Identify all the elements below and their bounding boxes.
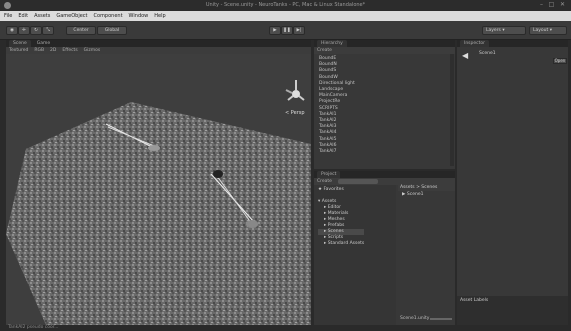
effects-dropdown[interactable]: Effects (62, 47, 77, 54)
scene-tabbar: Scene Game (6, 40, 311, 47)
hierarchy-scrollbar[interactable] (450, 54, 454, 166)
project-search-input[interactable] (337, 179, 378, 184)
tab-inspector[interactable]: Inspector (460, 40, 489, 47)
inspector-object-name: Scene1 (479, 51, 496, 56)
minimize-icon[interactable]: – (537, 1, 546, 9)
inspector-panel: Inspector ◀ Scene1 Open Asset Labels (457, 40, 568, 325)
main-toolbar: ◉ ✛ ↻ ⤡ Center Global ▶ ❚❚ ▶| Layers ▾ L… (0, 21, 571, 40)
layout-dropdown[interactable]: Layout ▾ (529, 26, 567, 35)
space-toggle[interactable]: Global (97, 26, 127, 35)
tab-project[interactable]: Project (317, 171, 341, 178)
pivot-label: Center (73, 28, 89, 33)
hierarchy-toolbar: Create (314, 47, 455, 54)
menu-help[interactable]: Help (154, 13, 165, 19)
hierarchy-list: BoundE BoundN BoundS BoundW Directional … (319, 56, 355, 155)
favorites-label: Favorites (323, 187, 344, 192)
layout-label: Layout (533, 28, 549, 33)
folder-label: Scripts (327, 235, 344, 240)
hierarchy-tabbar: Hierarchy (314, 40, 455, 47)
hierarchy-panel: Hierarchy Create BoundE BoundN BoundS Bo… (314, 40, 455, 169)
menu-component[interactable]: Component (94, 13, 123, 19)
tab-game[interactable]: Game (32, 40, 55, 47)
layers-label: Layers (486, 28, 501, 33)
terrain-landscape[interactable] (6, 102, 311, 325)
persp-label[interactable]: < Persp (285, 110, 305, 116)
shading-dropdown[interactable]: Textured (9, 47, 28, 54)
layers-dropdown[interactable]: Layers ▾ (482, 26, 526, 35)
asset-labels-panel: Asset Labels (457, 296, 568, 325)
folder-label: Prefabs (327, 223, 345, 228)
title-bar: Unity - Scene.unity - NeuroTanks - PC, M… (0, 0, 571, 11)
selected-file-path: Scene1.unity (400, 316, 430, 321)
scene-viewport[interactable]: < Persp (6, 54, 311, 325)
open-button-label: Open (554, 58, 566, 63)
step-button[interactable]: ▶| (293, 26, 305, 35)
menu-assets[interactable]: Assets (34, 13, 50, 19)
folder-item[interactable]: ▸ Standard Assets (318, 241, 364, 247)
close-icon[interactable]: ✕ (558, 1, 567, 9)
inspector-tabbar: Inspector (457, 40, 568, 47)
assets-root-label: Assets (321, 199, 337, 204)
file-label: Scene1 (406, 192, 424, 197)
2d-toggle[interactable]: 2D (50, 47, 56, 54)
status-text: TankAI2 pseudo coor... (8, 325, 59, 330)
tab-hierarchy[interactable]: Hierarchy (317, 40, 347, 47)
hierarchy-create-button[interactable]: Create (317, 47, 332, 54)
scene-panel: Scene Game Textured RGB 2D Effects Gizmo… (6, 40, 311, 325)
pivot-toggle[interactable]: Center (66, 26, 96, 35)
folder-label: Standard Assets (327, 241, 365, 246)
pause-button[interactable]: ❚❚ (281, 26, 293, 35)
gizmos-dropdown[interactable]: Gizmos (84, 47, 101, 54)
folder-label: Materials (327, 211, 349, 216)
project-folder-tree: ★ Favorites ▾ Assets ▸ Editor ▸ Material… (314, 185, 396, 325)
project-panel: Project Create ★ Favorites ▾ Assets ▸ Ed… (314, 171, 455, 325)
menu-file[interactable]: File (4, 13, 12, 19)
scene-gizmo-icon[interactable] (285, 80, 305, 101)
menu-gameobject[interactable]: GameObject (56, 13, 87, 19)
folder-label: Editor (327, 205, 342, 210)
menu-window[interactable]: Window (129, 13, 149, 19)
move-tool-icon[interactable]: ✛ (18, 26, 30, 35)
tab-scene[interactable]: Scene (9, 40, 31, 47)
menu-bar: File Edit Assets GameObject Component Wi… (0, 11, 571, 21)
window-title: Unity - Scene.unity - NeuroTanks - PC, M… (205, 2, 366, 8)
menu-edit[interactable]: Edit (18, 13, 28, 19)
file-item[interactable]: ▶ Scene1 (398, 191, 455, 198)
maximize-icon[interactable]: □ (547, 1, 556, 9)
scene-controlbar: Textured RGB 2D Effects Gizmos (6, 47, 311, 54)
open-button[interactable]: Open (553, 58, 567, 64)
project-create-button[interactable]: Create (317, 178, 332, 185)
play-button[interactable]: ▶ (269, 26, 281, 35)
list-item[interactable]: TankAI7 (319, 149, 355, 155)
project-toolbar: Create (314, 178, 455, 185)
folder-label: Meshes (327, 217, 345, 222)
rotate-tool-icon[interactable]: ↻ (30, 26, 42, 35)
icon-size-slider[interactable] (430, 318, 452, 320)
asset-labels-title: Asset Labels (460, 298, 489, 303)
folder-label: Scenes (327, 229, 344, 234)
render-dropdown[interactable]: RGB (34, 47, 44, 54)
project-tabbar: Project (314, 171, 455, 178)
space-label: Global (104, 28, 120, 33)
hand-tool-icon[interactable]: ◉ (6, 26, 18, 35)
project-file-view: Assets > Scenes ▶ Scene1 Scene1.unity (398, 185, 455, 325)
status-bar: TankAI2 pseudo coor... (0, 325, 571, 331)
scene-asset-icon: ◀ (462, 51, 469, 60)
scene-view-canvas: < Persp (6, 80, 311, 325)
scale-tool-icon[interactable]: ⤡ (42, 26, 54, 35)
